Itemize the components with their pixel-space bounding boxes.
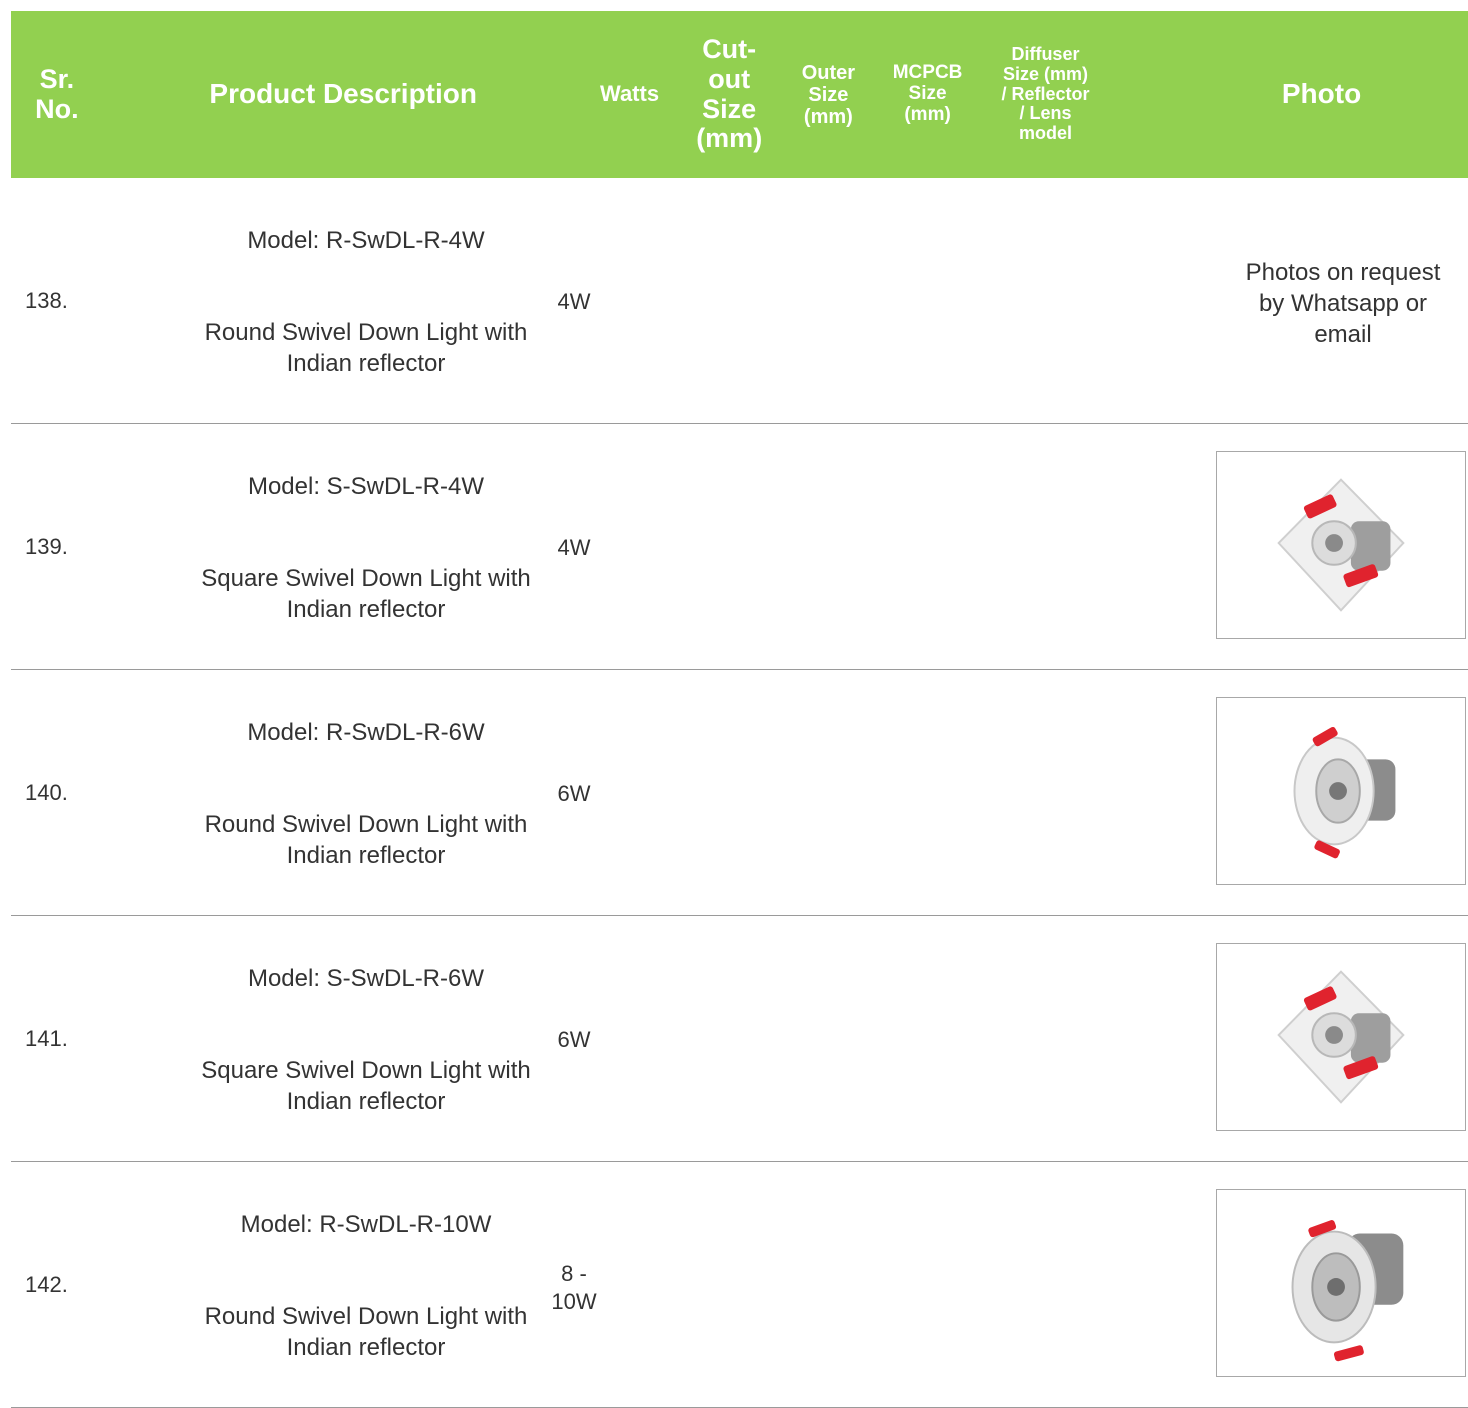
- wattage: 6W: [557, 1027, 591, 1052]
- product-photo: [1216, 943, 1466, 1131]
- product-photo: [1216, 1189, 1466, 1377]
- serial-number: 139.: [25, 534, 68, 559]
- header-cutout-size: Cut- out Size (mm): [696, 34, 763, 154]
- table-row: 140. Model: R-SwDL-R-6W Round Swivel Down …: [11, 670, 1468, 916]
- table-header: Sr. No. Product Description Watts Cut- o…: [11, 11, 1468, 178]
- serial-number: 141.: [25, 1026, 68, 1051]
- round-downlight-photo: [1291, 1220, 1404, 1362]
- wattage: 8 - 10W: [551, 1261, 597, 1314]
- product-description: Square Swivel Down Light with Indian ref…: [201, 565, 531, 623]
- table-row: 142. Model: R-SwDL-R-10W Round Swivel Down…: [11, 1162, 1468, 1408]
- model-number: Model: R-SwDL-R-4W: [247, 227, 485, 254]
- wattage: 6W: [557, 781, 591, 806]
- table-row: 141. Model: S-SwDL-R-6W Square Swivel Down…: [11, 916, 1468, 1162]
- product-photo: [1216, 697, 1466, 885]
- product-table: Sr. No. Product Description Watts Cut- o…: [11, 11, 1468, 1408]
- serial-number: 140.: [25, 780, 68, 805]
- photo-request-note: Photos on request by Whatsapp or email: [1245, 259, 1441, 348]
- header-outer-size: Outer Size (mm): [801, 61, 856, 128]
- wattage: 4W: [557, 535, 591, 560]
- header-diffuser-size: Diffuser Size (mm) / Reflector / Lens mo…: [1001, 44, 1090, 144]
- serial-number: 142.: [25, 1272, 68, 1297]
- header-sr-no: Sr. No.: [35, 63, 79, 124]
- model-number: Model: S-SwDL-R-6W: [247, 965, 485, 992]
- square-downlight-photo: [1277, 970, 1405, 1104]
- product-description: Round Swivel Down Light with Indian refl…: [204, 319, 528, 377]
- model-number: Model: R-SwDL-R-10W: [240, 1211, 492, 1238]
- wattage: 4W: [557, 289, 591, 314]
- model-number: Model: R-SwDL-R-6W: [247, 719, 485, 746]
- header-mcpcb-size: MCPCB Size (mm): [892, 62, 963, 125]
- header-photo: Photo: [1281, 78, 1362, 110]
- product-description: Square Swivel Down Light with Indian ref…: [201, 1057, 531, 1115]
- header-spacer: [1110, 11, 1176, 178]
- square-downlight-photo: [1277, 478, 1405, 612]
- table-row: 138. Model: R-SwDL-R-4W Round Swivel Down …: [11, 178, 1468, 424]
- model-number: Model: S-SwDL-R-4W: [247, 473, 485, 500]
- table-body: 138. Model: R-SwDL-R-4W Round Swivel Down …: [11, 178, 1468, 1408]
- header-watts: Watts: [600, 81, 660, 107]
- product-description: Round Swivel Down Light with Indian refl…: [204, 811, 528, 869]
- round-downlight-photo: [1293, 726, 1396, 859]
- table-row: 139. Model: S-SwDL-R-4W Square Swivel Down…: [11, 424, 1468, 670]
- serial-number: 138.: [25, 288, 68, 313]
- product-photo: [1216, 451, 1466, 639]
- header-product-description: Product Description: [209, 78, 477, 110]
